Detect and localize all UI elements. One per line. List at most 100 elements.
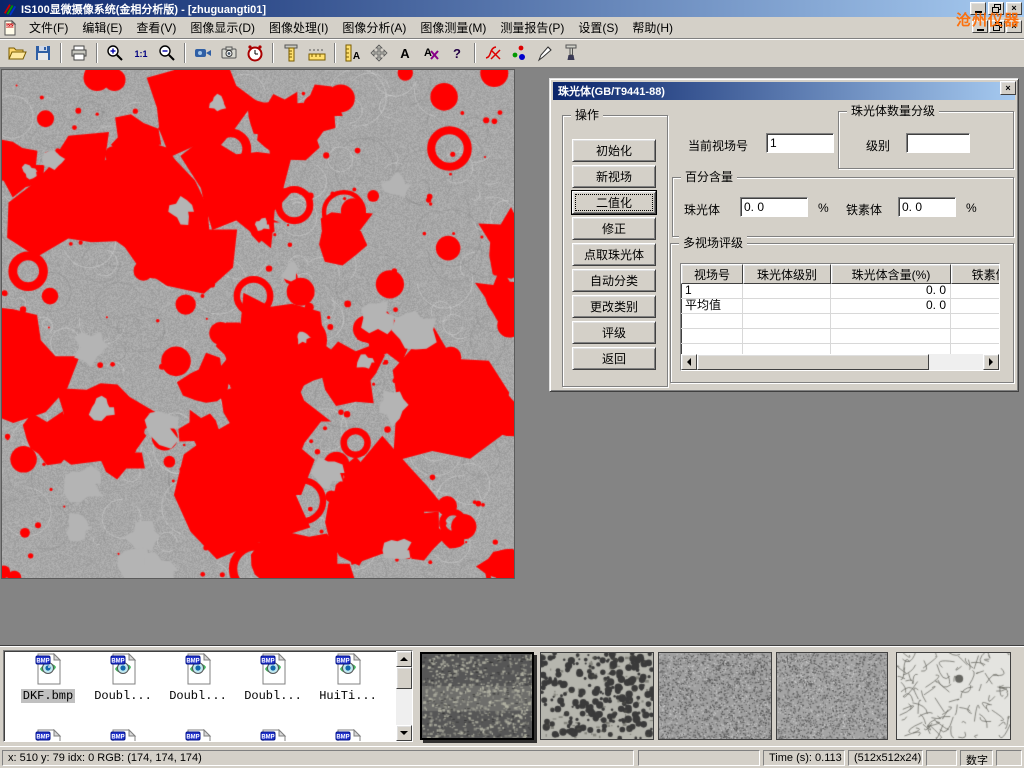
cell-grade [743, 284, 831, 298]
timer-button[interactable] [242, 41, 268, 65]
child-minimize-button[interactable] [972, 20, 988, 33]
text-annotate-button[interactable]: A [392, 41, 418, 65]
file-browser-scrollbar[interactable] [396, 651, 412, 741]
menu-image-measure[interactable]: 图像测量(M) [413, 17, 493, 38]
btn-rate[interactable]: 评级 [572, 321, 656, 344]
micrograph-image[interactable] [2, 70, 514, 578]
actual-size-button[interactable]: 1:1 [128, 41, 154, 65]
print-button[interactable] [66, 41, 92, 65]
menu-image-analysis[interactable]: 图像分析(A) [335, 17, 413, 38]
file-item[interactable]: BMP DKF.bmp [12, 653, 84, 703]
cell-field: 平均值 [681, 299, 743, 313]
btn-initialize[interactable]: 初始化 [572, 139, 656, 162]
current-field-input[interactable] [766, 133, 834, 153]
fill-button[interactable] [558, 41, 584, 65]
file-item[interactable]: BMP [87, 729, 159, 742]
svg-text:?: ? [453, 46, 461, 61]
right-arrow-icon [989, 358, 993, 366]
probe-button[interactable] [532, 41, 558, 65]
save-button[interactable] [30, 41, 56, 65]
svg-text:BMP: BMP [336, 734, 349, 740]
scroll-thumb[interactable] [697, 354, 929, 370]
col-field-number[interactable]: 视场号 [681, 264, 743, 284]
restore-button[interactable] [988, 2, 1004, 15]
ferrite-label: 铁素体 [846, 201, 882, 218]
btn-return[interactable]: 返回 [572, 347, 656, 370]
classify-points-button[interactable] [506, 41, 532, 65]
video-capture-button[interactable] [190, 41, 216, 65]
scroll-left-button[interactable] [681, 354, 697, 370]
col-pearlite-content[interactable]: 珠光体含量(%) [831, 264, 951, 284]
dialog-close-button[interactable]: × [1000, 81, 1016, 95]
dialog-title-bar[interactable]: 珠光体(GB/T9441-88) [553, 82, 1015, 100]
thumbnail-1[interactable] [420, 652, 534, 740]
file-item[interactable]: BMP [162, 729, 234, 742]
child-close-button[interactable]: × [1006, 20, 1022, 33]
file-item[interactable]: BMP [12, 729, 84, 742]
scroll-thumb[interactable] [396, 667, 412, 689]
svg-text:A: A [400, 46, 410, 61]
zoom-in-button[interactable] [102, 41, 128, 65]
thumbnail-2[interactable] [540, 652, 654, 740]
thumbnail-3[interactable] [658, 652, 772, 740]
restore-icon [993, 22, 1002, 31]
table-row[interactable]: 平均值 0. 0 [681, 299, 999, 314]
close-button[interactable]: × [1006, 2, 1022, 15]
btn-change-class[interactable]: 更改类别 [572, 295, 656, 318]
file-item[interactable]: BMP Doubl... [87, 653, 159, 703]
col-ferrite-content[interactable]: 铁素体含量(%) [951, 264, 1000, 284]
bmp-file-icon: BMP [32, 653, 64, 685]
svg-text:DOC: DOC [6, 23, 14, 27]
menu-settings[interactable]: 设置(S) [571, 17, 625, 38]
scroll-right-button[interactable] [983, 354, 999, 370]
ferrite-percent-input[interactable] [898, 197, 956, 217]
btn-new-field[interactable]: 新视场 [572, 165, 656, 188]
one-to-one-icon: 1:1 [131, 43, 151, 63]
svg-text:A: A [424, 47, 432, 59]
file-item[interactable]: BMP [237, 729, 309, 742]
curve-delete-icon [483, 43, 503, 63]
font-style-button[interactable]: A [418, 41, 444, 65]
file-item[interactable]: BMP Doubl... [162, 653, 234, 703]
scroll-track[interactable] [929, 354, 983, 370]
btn-pick-pearlite[interactable]: 点取珠光体 [572, 243, 656, 266]
zoom-out-button[interactable] [154, 41, 180, 65]
menu-file[interactable]: 文件(F) [22, 17, 75, 38]
btn-correct[interactable]: 修正 [572, 217, 656, 240]
level-input[interactable] [906, 133, 970, 153]
curve-edit-button[interactable] [480, 41, 506, 65]
btn-binarize[interactable]: 二值化 [572, 191, 656, 214]
caliper-button[interactable] [278, 41, 304, 65]
zoom-in-icon [105, 43, 125, 63]
menu-edit[interactable]: 编辑(E) [75, 17, 129, 38]
scroll-down-button[interactable] [396, 725, 412, 741]
thumbnail-4[interactable] [776, 652, 888, 740]
menu-help[interactable]: 帮助(H) [625, 17, 680, 38]
btn-auto-classify[interactable]: 自动分类 [572, 269, 656, 292]
file-item[interactable]: BMP Doubl... [237, 653, 309, 703]
thumbnail-5[interactable] [896, 652, 1011, 740]
file-item[interactable]: BMP HuiTi... [312, 653, 384, 703]
menu-measure-report[interactable]: 测量报告(P) [493, 17, 571, 38]
col-pearlite-grade[interactable]: 珠光体级别 [743, 264, 831, 284]
measure-label-button[interactable]: A [340, 41, 366, 65]
open-button[interactable] [4, 41, 30, 65]
menu-view[interactable]: 查看(V) [129, 17, 183, 38]
minimize-button[interactable] [970, 2, 986, 15]
child-restore-button[interactable] [989, 20, 1005, 33]
table-horizontal-scrollbar[interactable] [681, 354, 999, 370]
table-row[interactable]: 1 0. 0 [681, 284, 999, 299]
photo-capture-button[interactable] [216, 41, 242, 65]
status-bar: x: 510 y: 79 idx: 0 RGB: (174, 174, 174)… [0, 746, 1024, 768]
bmp-file-icon: BMP [32, 729, 64, 742]
app-logo-icon [3, 2, 17, 16]
ruler-button[interactable] [304, 41, 330, 65]
title-bar[interactable]: IS100显微摄像系统(金相分析版) - [zhuguangti01] × [0, 0, 1024, 17]
file-item[interactable]: BMP [312, 729, 384, 742]
pearlite-percent-input[interactable] [740, 197, 808, 217]
menu-image-processing[interactable]: 图像处理(I) [262, 17, 335, 38]
move-button[interactable] [366, 41, 392, 65]
menu-image-display[interactable]: 图像显示(D) [183, 17, 262, 38]
help-button[interactable]: ? [444, 41, 470, 65]
scroll-up-button[interactable] [396, 651, 412, 667]
